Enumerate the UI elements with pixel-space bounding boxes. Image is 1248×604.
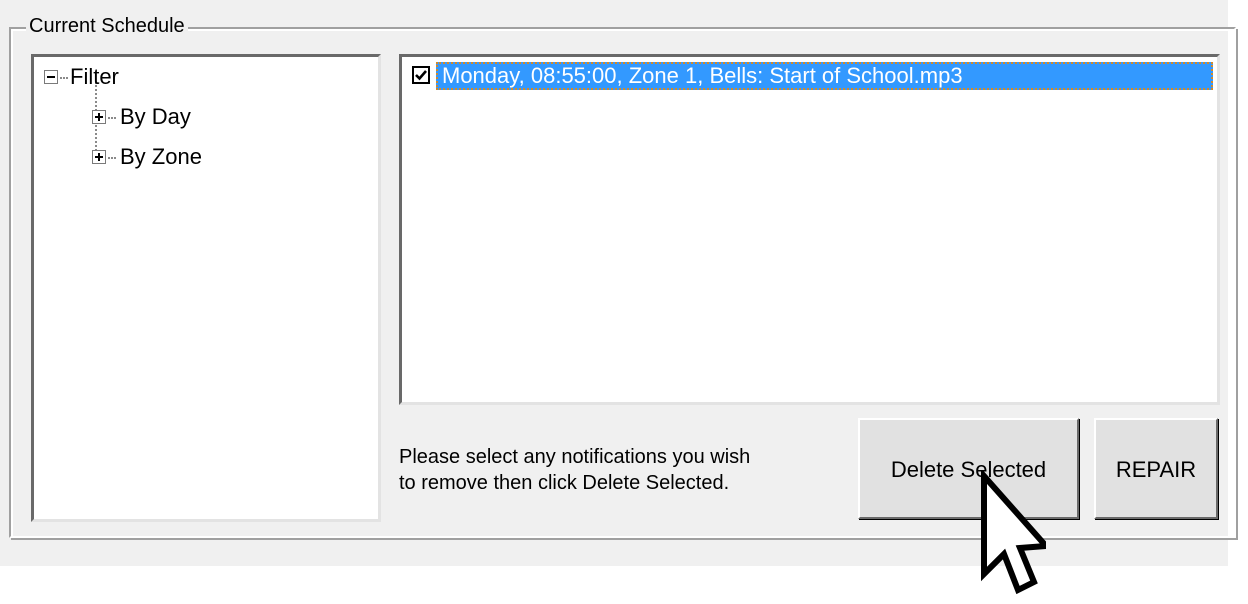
tree-connector-line <box>108 117 116 119</box>
instruction-line-2: to remove then click Delete Selected. <box>399 472 730 494</box>
list-item[interactable]: Monday, 08:55:00, Zone 1, Bells: Start o… <box>410 62 1215 90</box>
row-checkbox[interactable] <box>412 66 430 84</box>
expand-icon[interactable] <box>92 150 106 164</box>
tree-connector-line <box>108 157 116 159</box>
collapse-icon[interactable] <box>44 70 58 84</box>
repair-button[interactable]: REPAIR <box>1094 418 1218 519</box>
filter-tree-view[interactable]: Filter By Day By Zone <box>31 54 381 522</box>
tree-node-by-zone[interactable]: By Zone <box>120 144 202 170</box>
instruction-line-1: Please select any notifications you wish <box>399 446 751 468</box>
stage: Current Schedule Filter By Day By Zone M… <box>0 0 1248 604</box>
tree-node-by-day[interactable]: By Day <box>120 104 191 130</box>
tree-node-filter[interactable]: Filter <box>70 64 119 90</box>
instruction-text: Please select any notifications you wish… <box>399 444 859 496</box>
groupbox-title: Current Schedule <box>26 14 188 38</box>
checkmark-icon <box>415 70 427 81</box>
schedule-entry-text[interactable]: Monday, 08:55:00, Zone 1, Bells: Start o… <box>436 62 1213 90</box>
tree-connector-line <box>60 77 68 79</box>
schedule-list-view[interactable]: Monday, 08:55:00, Zone 1, Bells: Start o… <box>399 54 1220 405</box>
arrow-pointer-icon <box>981 470 1046 595</box>
expand-icon[interactable] <box>92 110 106 124</box>
